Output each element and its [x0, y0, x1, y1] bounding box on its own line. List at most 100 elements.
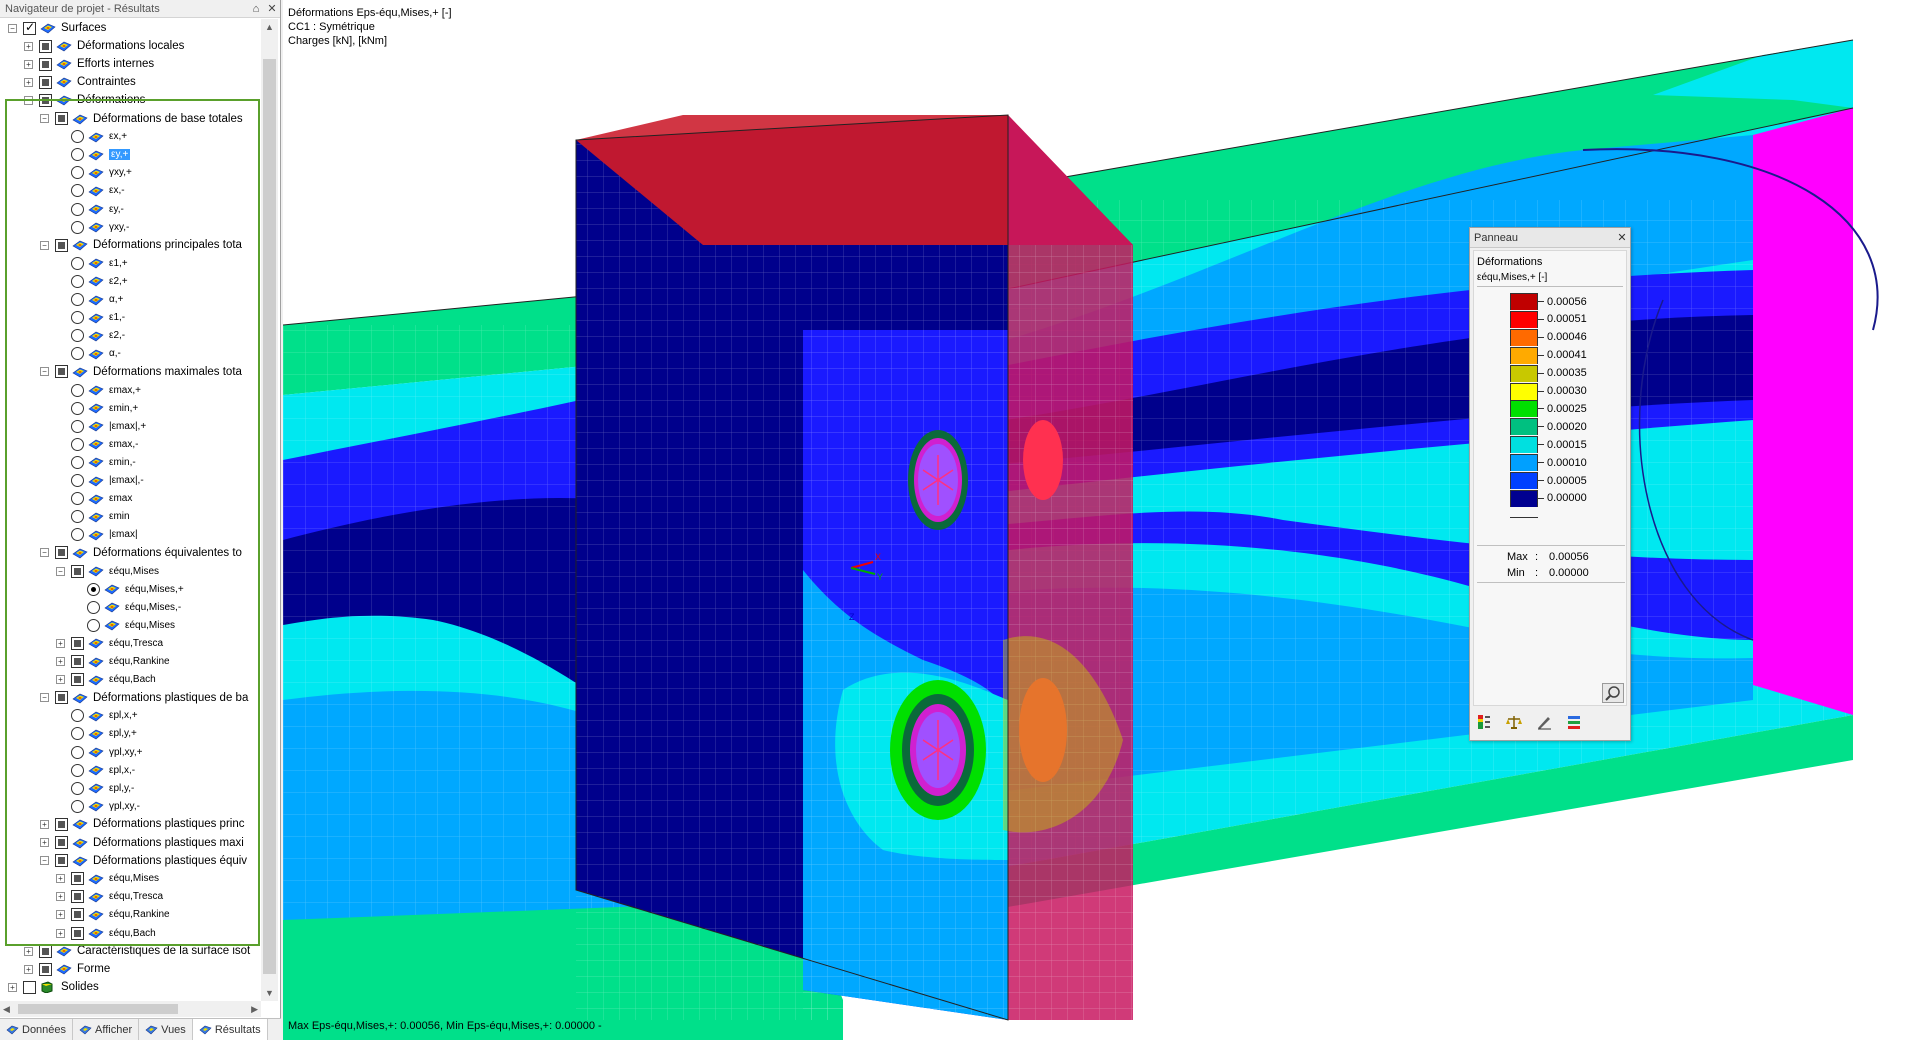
legend-row: 0.00005: [1510, 472, 1620, 489]
legend-value: 0.00035: [1547, 367, 1587, 380]
min-colon: :: [1535, 567, 1539, 579]
legend-row: 0.00010: [1510, 454, 1620, 472]
legend-swatch: [1510, 489, 1538, 507]
panel-separator: [1477, 286, 1623, 287]
solids-icon: [40, 981, 56, 994]
navigator-title: Navigateur de projet - Résultats: [5, 2, 160, 15]
close-icon[interactable]: ✕: [264, 2, 280, 15]
max-colon: :: [1535, 551, 1539, 563]
legend-swatch: [1510, 328, 1538, 346]
tree-item[interactable]: + Contraintes: [24, 73, 136, 91]
tree-item-label: Solides: [61, 981, 99, 994]
surfaces-icon: [40, 22, 56, 34]
zoom-icon[interactable]: [1602, 683, 1624, 703]
pencil-icon[interactable]: [1533, 712, 1555, 732]
tree-item[interactable]: + Déformations locales: [24, 37, 184, 55]
legend-tick: [1538, 318, 1544, 320]
tree-item[interactable]: − Surfaces: [8, 19, 106, 37]
bolt-lower: [890, 680, 986, 820]
tree-checkbox[interactable]: [39, 75, 52, 89]
tree-item[interactable]: + Solides: [8, 978, 99, 996]
result-icon: [56, 945, 72, 957]
expand-icon[interactable]: +: [24, 59, 33, 69]
expand-icon[interactable]: +: [24, 946, 33, 956]
pin-icon[interactable]: ⌂: [248, 3, 264, 15]
tree-checkbox[interactable]: [39, 944, 52, 958]
viewport-status: Max Eps-équ,Mises,+: 0.00056, Min Eps-éq…: [288, 1020, 602, 1032]
legend-tick: [1538, 390, 1544, 392]
legend-value: 0.00005: [1547, 474, 1587, 487]
legend-swatch: [1510, 436, 1538, 454]
tree-item[interactable]: + Efforts internes: [24, 55, 154, 73]
color-scale-icon[interactable]: [1473, 712, 1495, 732]
tree-item-label: Déformations locales: [77, 40, 185, 53]
view-units: Charges [kN], [kNm]: [288, 35, 388, 47]
panel-titlebar[interactable]: Panneau ✕: [1470, 228, 1630, 248]
legend-value: 0.00051: [1547, 313, 1587, 326]
result-panel[interactable]: Panneau ✕ Déformations εéqu,Mises,+ [-] …: [1469, 227, 1631, 741]
result-icon: [56, 963, 72, 975]
tree-checkbox[interactable]: [39, 962, 52, 976]
view-info: Déformations Eps-équ,Mises,+ [-] CC1 : S…: [288, 6, 452, 48]
legend-value: 0.00015: [1547, 438, 1587, 451]
legend-swatch: [1510, 472, 1538, 489]
3d-viewport[interactable]: X Y Z Déformations Eps-équ,Mises,+ [-] C…: [283, 0, 1913, 1040]
legend-value: 0.00020: [1547, 420, 1587, 433]
data-icon: [6, 1024, 19, 1035]
scroll-right-icon[interactable]: ▶: [251, 1004, 258, 1015]
legend-swatch: [1510, 454, 1538, 472]
tree-checkbox[interactable]: [23, 980, 36, 994]
balance-icon[interactable]: [1503, 712, 1525, 732]
legend-row: 0.00056: [1510, 293, 1620, 310]
navigator-vertical-scrollbar[interactable]: ▲ ▼: [261, 19, 278, 1001]
expand-icon[interactable]: +: [8, 982, 17, 992]
scroll-up-icon[interactable]: ▲: [261, 19, 278, 35]
bars-icon[interactable]: [1563, 712, 1585, 732]
tab-results[interactable]: Résultats: [192, 1019, 268, 1040]
model-render[interactable]: X Y Z: [283, 0, 1913, 1040]
view-load-case: CC1 : Symétrique: [288, 21, 375, 33]
tab-label: Données: [22, 1023, 67, 1036]
scroll-left-icon[interactable]: ◀: [3, 1004, 10, 1015]
legend-tick: [1538, 336, 1544, 338]
legend-row: 0.00015: [1510, 436, 1620, 454]
scroll-thumb[interactable]: [263, 59, 276, 974]
panel-title: Panneau: [1474, 231, 1519, 244]
tree-checkbox[interactable]: [23, 20, 36, 35]
legend-value: 0.00056: [1547, 295, 1587, 308]
legend-value: 0.00025: [1547, 402, 1587, 415]
tab-label: Vues: [161, 1023, 186, 1036]
legend-tick: [1538, 462, 1544, 464]
panel-heading: Déformations: [1477, 256, 1543, 268]
legend-tick: [1538, 408, 1544, 410]
tree-checkbox[interactable]: [39, 39, 52, 53]
tree-item-label: Forme: [77, 963, 111, 976]
horizontal-scroll-thumb[interactable]: [18, 1004, 178, 1014]
expand-icon[interactable]: +: [24, 964, 33, 974]
tab-display[interactable]: Afficher: [73, 1019, 140, 1040]
display-icon: [79, 1024, 92, 1035]
legend-tick: [1538, 497, 1544, 499]
expand-icon[interactable]: +: [24, 77, 33, 87]
panel-close-icon[interactable]: ✕: [1614, 231, 1630, 244]
legend-row: 0.00025: [1510, 400, 1620, 418]
collapse-icon[interactable]: −: [8, 23, 17, 33]
navigator-horizontal-scrollbar[interactable]: ◀ ▶: [0, 1001, 261, 1017]
legend-tick: [1538, 426, 1544, 428]
legend-swatch: [1510, 293, 1538, 310]
tab-data[interactable]: Données: [0, 1019, 74, 1040]
legend-row: 0.00035: [1510, 364, 1620, 382]
legend-row: 0.00000: [1510, 489, 1620, 507]
tree-item[interactable]: + Forme: [24, 960, 110, 978]
legend-tick: [1538, 354, 1544, 356]
min-value: 0.00000: [1549, 567, 1589, 579]
legend-base-line: [1510, 517, 1538, 518]
axis-y-label: Y: [877, 572, 883, 582]
tab-views[interactable]: Vues: [139, 1019, 193, 1040]
tree-item-label: Efforts internes: [77, 58, 155, 71]
legend-swatch: [1510, 382, 1538, 400]
tree-checkbox[interactable]: [39, 57, 52, 71]
expand-icon[interactable]: +: [24, 41, 33, 51]
scroll-down-icon[interactable]: ▼: [261, 985, 278, 1001]
legend-value: 0.00046: [1547, 331, 1587, 344]
